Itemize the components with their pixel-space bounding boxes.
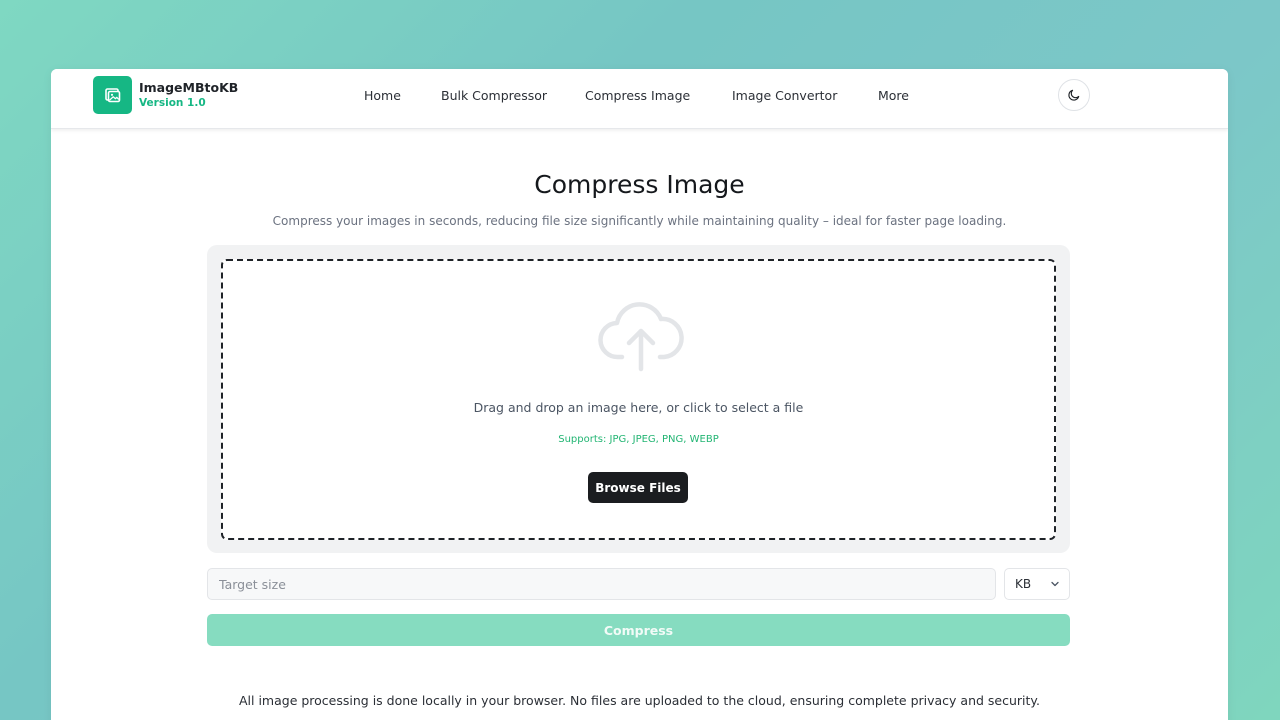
dropzone-instructions: Drag and drop an image here, or click to… bbox=[473, 400, 804, 415]
nav-image-convertor[interactable]: Image Convertor bbox=[732, 88, 837, 103]
brand-name[interactable]: ImageMBtoKB bbox=[139, 80, 238, 95]
dropzone-container: Drag and drop an image here, or click to… bbox=[207, 245, 1070, 553]
theme-toggle-button[interactable] bbox=[1058, 79, 1090, 111]
nav-bulk-compressor[interactable]: Bulk Compressor bbox=[441, 88, 547, 103]
target-size-input[interactable] bbox=[207, 568, 996, 600]
cloud-upload-icon bbox=[598, 302, 684, 372]
page-title: Compress Image bbox=[534, 170, 745, 199]
compress-button[interactable]: Compress bbox=[207, 614, 1070, 646]
app-card: ImageMBtoKB Version 1.0 Home Bulk Compre… bbox=[51, 69, 1228, 720]
unit-selected-value: KB bbox=[1015, 577, 1032, 591]
nav-home[interactable]: Home bbox=[364, 88, 401, 103]
moon-icon bbox=[1068, 89, 1080, 101]
dropzone[interactable]: Drag and drop an image here, or click to… bbox=[221, 259, 1056, 540]
image-logo-icon bbox=[104, 88, 120, 103]
nav-more[interactable]: More bbox=[878, 88, 909, 103]
top-navbar: ImageMBtoKB Version 1.0 Home Bulk Compre… bbox=[51, 69, 1228, 129]
page-subtitle: Compress your images in seconds, reducin… bbox=[272, 214, 1007, 228]
supported-formats: Supports: JPG, JPEG, PNG, WEBP bbox=[558, 434, 719, 445]
unit-select[interactable]: KB bbox=[1004, 568, 1070, 600]
logo[interactable] bbox=[93, 76, 132, 114]
chevron-down-icon bbox=[1051, 581, 1059, 587]
browse-files-button[interactable]: Browse Files bbox=[588, 472, 688, 503]
nav-compress-image[interactable]: Compress Image bbox=[585, 88, 690, 103]
brand-version: Version 1.0 bbox=[139, 97, 206, 109]
privacy-note: All image processing is done locally in … bbox=[238, 693, 1041, 708]
